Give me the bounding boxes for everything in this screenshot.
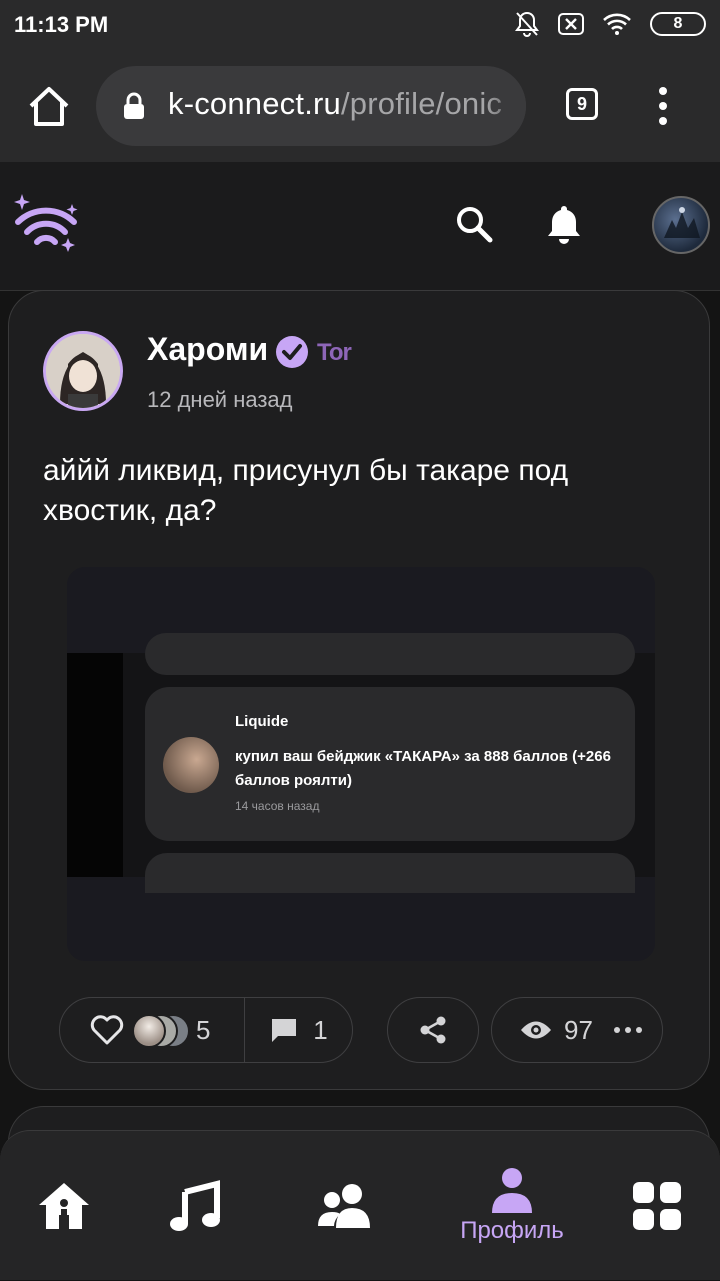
eye-icon <box>521 1021 551 1039</box>
like-comment-group: 5 1 <box>59 997 353 1063</box>
tor-badge: Tor <box>317 339 352 366</box>
author-name[interactable]: Хароми <box>147 331 268 368</box>
like-count: 5 <box>196 1015 211 1045</box>
url-fade <box>486 66 526 146</box>
views-button[interactable]: 97 <box>491 997 663 1063</box>
comment-icon <box>272 1019 297 1042</box>
image-message: купил ваш бейджик «ТАКАРА» за 888 баллов… <box>235 748 611 789</box>
nav-more[interactable] <box>630 1131 684 1281</box>
bell-muted-icon <box>515 11 539 37</box>
image-side-bar <box>67 653 123 877</box>
heart-icon <box>90 1015 124 1045</box>
nav-friends[interactable] <box>316 1131 376 1281</box>
post-card: Хароми Tor 12 дней назад аййй ликвид, пр… <box>8 290 710 1090</box>
user-avatar[interactable] <box>652 196 710 254</box>
nav-profile[interactable]: Профиль <box>446 1131 578 1281</box>
apps-grid-icon <box>633 1182 681 1230</box>
lock-icon <box>124 92 144 119</box>
url-host: k-connect.ru <box>168 86 341 121</box>
nav-home[interactable] <box>34 1131 94 1281</box>
status-icons: 8 <box>514 10 706 38</box>
image-notification-card: Liquide купил ваш бейджик «ТАКАРА» за 88… <box>145 687 635 841</box>
comment-button[interactable]: 1 <box>245 998 352 1062</box>
tabs-button[interactable]: 9 <box>566 88 598 120</box>
image-card-next <box>145 853 635 893</box>
share-icon <box>420 1016 446 1044</box>
image-time: 14 часов назад <box>235 799 320 813</box>
verified-icon <box>276 336 308 368</box>
image-username: Liquide <box>235 713 289 730</box>
user-avatar-art <box>664 207 700 238</box>
post-time: 12 дней назад <box>147 387 293 412</box>
url-bar[interactable]: k-connect.ru/profile/onic <box>96 66 526 146</box>
music-icon <box>170 1180 220 1231</box>
menu-dots-icon[interactable] <box>648 84 678 128</box>
browser-toolbar: k-connect.ru/profile/onic 9 <box>0 52 720 162</box>
nav-profile-label: Профиль <box>460 1217 564 1244</box>
home-icon[interactable] <box>26 84 72 130</box>
liker-avatar <box>132 1014 166 1048</box>
app-header <box>0 162 720 291</box>
view-count: 97 <box>564 1014 593 1045</box>
battery-icon: 8 <box>650 12 706 36</box>
author-avatar-art <box>46 334 120 408</box>
status-bar: 11:13 PM 8 <box>0 0 720 52</box>
author-avatar[interactable] <box>43 331 123 411</box>
url-text[interactable]: k-connect.ru/profile/onic <box>168 86 502 122</box>
sim-off-icon <box>558 13 584 35</box>
logo-wifi-sparkle-icon[interactable] <box>14 192 80 258</box>
like-button[interactable]: 5 <box>60 998 245 1062</box>
wifi-icon <box>603 13 631 35</box>
status-time: 11:13 PM <box>14 12 109 37</box>
search-icon[interactable] <box>454 204 494 244</box>
share-button[interactable] <box>387 997 479 1063</box>
tab-count: 9 <box>576 93 587 114</box>
more-dots-icon[interactable] <box>613 1025 643 1035</box>
bell-icon[interactable] <box>544 204 584 246</box>
home-icon <box>39 1183 89 1229</box>
post-image[interactable]: Liquide купил ваш бейджик «ТАКАРА» за 88… <box>67 567 655 961</box>
image-card-prev <box>145 633 635 675</box>
bottom-navigation: Профиль <box>0 1130 720 1280</box>
users-icon <box>318 1184 370 1228</box>
image-user-avatar <box>163 737 219 793</box>
battery-level: 8 <box>673 15 683 32</box>
post-text: аййй ликвид, присунул бы такаре под хвос… <box>43 454 569 527</box>
comment-count: 1 <box>313 1014 328 1045</box>
image-screenshot: Liquide купил ваш бейджик «ТАКАРА» за 88… <box>67 633 655 893</box>
url-path: /profile/onic <box>340 86 503 121</box>
nav-music[interactable] <box>166 1131 226 1281</box>
profile-icon <box>492 1168 532 1213</box>
